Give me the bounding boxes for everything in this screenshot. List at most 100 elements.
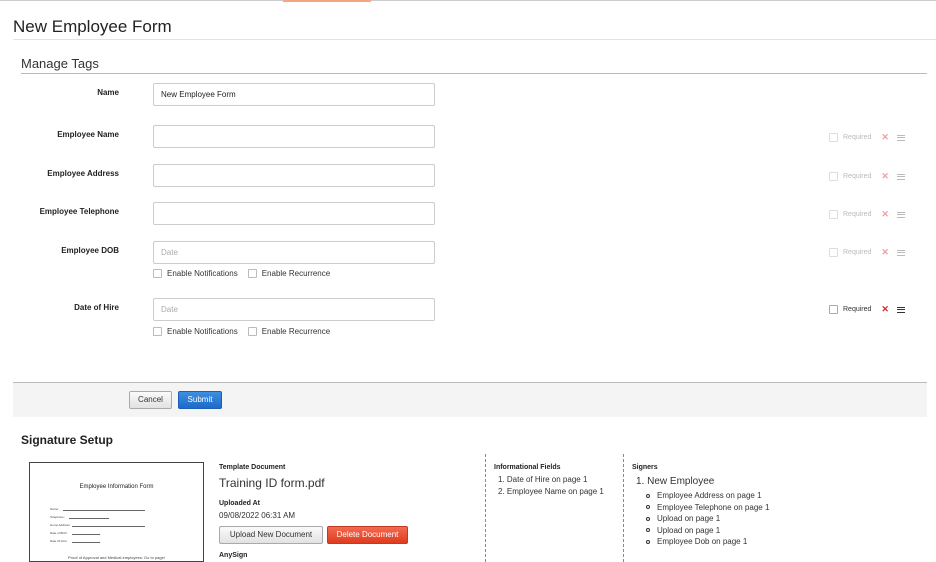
template-document-label: Template Document [219,464,286,471]
active-tab-indicator [283,0,371,2]
bullet-icon [646,505,650,510]
list-item: 2. Employee Name on page 1 [498,487,604,496]
signer-field-text: Employee Address on page 1 [657,491,762,500]
enable-recurrence-option[interactable]: Enable Recurrence [247,269,331,278]
enable-notifications-checkbox[interactable] [153,269,162,278]
enable-notifications-checkbox[interactable] [153,327,162,336]
field-label: Employee Address [47,169,119,178]
signer-field-text: Upload on page 1 [657,525,721,535]
date-of-hire-input[interactable] [153,298,435,321]
thumbnail-line [69,518,109,519]
signer-name: 1. New Employee [636,476,715,487]
bullet-icon [646,528,650,533]
manage-tags-divider [21,73,927,74]
thumbnail-field-label: Telephone: [50,515,65,519]
field-label: Name [97,88,119,97]
required-controls: Required ✕ [829,247,905,258]
page-title: New Employee Form [13,17,172,36]
signer-field-text: Upload on page 1 [657,514,721,523]
cancel-button[interactable]: Cancel [129,391,172,409]
required-controls: Required ✕ [829,132,905,143]
enable-notifications-option[interactable]: Enable Notifications [153,269,238,278]
thumbnail-field-label: Date Of Hire: [50,539,68,543]
enable-recurrence-checkbox[interactable] [247,269,257,278]
required-controls: Required ✕ [829,171,905,182]
required-label: Required [843,211,872,218]
close-x-icon[interactable]: ✕ [881,209,889,220]
required-controls: Required ✕ [829,304,905,315]
list-menu-icon[interactable] [896,249,905,256]
close-x-icon[interactable]: ✕ [881,171,889,182]
bullet-icon [646,493,650,498]
anysign-label: AnySign [219,552,248,559]
close-x-icon[interactable]: ✕ [881,304,889,315]
enable-recurrence-checkbox[interactable] [247,327,257,336]
signer-fields-list: Employee Address on page 1 Employee Tele… [646,490,769,548]
bullet-icon [646,516,650,521]
field-label: Employee Name [57,130,119,139]
enable-recurrence-option[interactable]: Enable Recurrence [247,327,331,336]
close-x-icon[interactable]: ✕ [881,132,889,143]
required-checkbox[interactable] [829,133,838,142]
signer-field-text: Employee Telephone on page 1 [657,502,770,512]
date-options: Enable Notifications Enable Recurrence [153,269,340,278]
manage-tags-title: Manage Tags [21,56,99,71]
page-title-divider [13,39,936,40]
employee-dob-input[interactable] [153,241,435,264]
name-input[interactable] [153,83,435,106]
list-menu-icon[interactable] [896,211,905,218]
list-item: 1. Date of Hire on page 1 [498,475,588,484]
employee-address-input[interactable] [153,164,435,187]
required-checkbox[interactable] [829,210,838,219]
list-menu-icon[interactable] [896,134,905,141]
list-item: Employee Telephone on page 1 [646,502,769,514]
option-label: Enable Recurrence [261,327,331,336]
required-checkbox[interactable] [829,248,838,257]
thumbnail-line [72,542,100,543]
thumbnail-line [72,526,145,527]
option-label: Enable Notifications [167,327,238,336]
field-label: Date of Hire [74,303,119,312]
upload-new-document-button[interactable]: Upload New Document [219,526,323,544]
required-checkbox[interactable] [829,305,838,314]
signers-label: Signers [632,464,658,471]
uploaded-at-value: 09/08/2022 06:31 AM [219,511,296,520]
employee-telephone-input[interactable] [153,202,435,225]
column-divider [485,454,486,562]
close-x-icon[interactable]: ✕ [881,247,889,258]
informational-fields-label: Informational Fields [494,464,561,471]
field-label: Employee Telephone [39,207,119,216]
thumbnail-line [63,510,145,511]
required-controls: Required ✕ [829,209,905,220]
field-label: Employee DOB [61,246,119,255]
thumbnail-footer: Proof of Approval and Medical employees:… [68,555,165,560]
employee-name-input[interactable] [153,125,435,148]
top-border [0,0,936,1]
required-checkbox[interactable] [829,172,838,181]
list-item: Upload on page 1 [646,525,769,537]
informational-fields-list: 1. Date of Hire on page 1 2. Employee Na… [498,474,604,498]
required-label: Required [843,134,872,141]
option-label: Enable Notifications [167,269,238,278]
thumbnail-line [72,534,100,535]
enable-notifications-option[interactable]: Enable Notifications [153,327,238,336]
template-file-name: Training ID form.pdf [219,476,325,490]
delete-document-button[interactable]: Delete Document [327,526,408,544]
list-item: Employee Address on page 1 [646,490,769,502]
submit-button[interactable]: Submit [178,391,222,409]
thumbnail-field-label: Home Address: [50,523,71,527]
thumbnail-field-label: Name: [50,507,59,511]
required-label: Required [843,249,872,256]
thumbnail-field-label: Date of Birth: [50,531,68,535]
signature-setup-title: Signature Setup [21,433,114,447]
list-menu-icon[interactable] [896,173,905,180]
bullet-icon [646,539,650,544]
signer-field-text: Employee Dob on page 1 [657,537,748,546]
option-label: Enable Recurrence [261,269,331,278]
thumbnail-title: Employee Information Form [79,484,154,490]
list-item: Upload on page 1 [646,513,769,525]
list-item: Employee Dob on page 1 [646,536,769,548]
list-menu-icon[interactable] [896,306,905,313]
required-label: Required [843,173,872,180]
document-thumbnail[interactable]: Employee Information Form Name: Telephon… [29,462,204,562]
